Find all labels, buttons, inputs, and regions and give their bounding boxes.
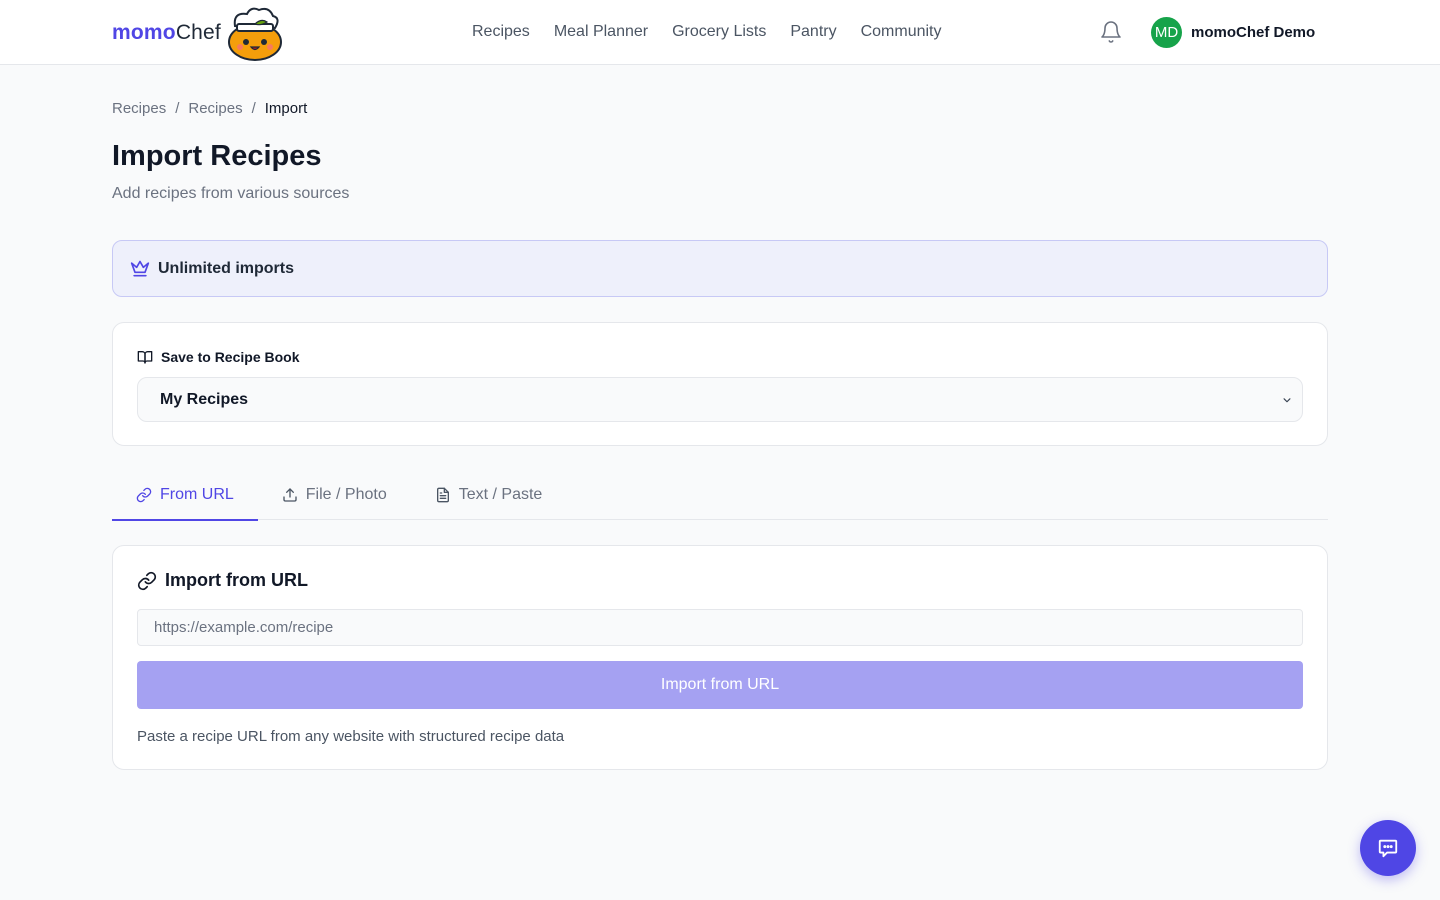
- chevron-down-icon: [1283, 398, 1291, 403]
- banner-text: Unlimited imports: [158, 259, 295, 277]
- logo-secondary-text: Chef: [175, 21, 221, 44]
- user-name: momoChef Demo: [1191, 23, 1316, 41]
- nav-meal-planner[interactable]: Meal Planner: [554, 23, 648, 41]
- recipe-book-label-text: Save to Recipe Book: [161, 349, 300, 365]
- breadcrumb-separator: /: [175, 99, 180, 117]
- chef-mascot-icon: [227, 7, 282, 61]
- link-icon: [137, 571, 157, 590]
- page-subtitle: Add recipes from various sources: [112, 185, 350, 202]
- breadcrumb-separator: /: [251, 99, 256, 117]
- url-import-heading: Import from URL: [137, 570, 308, 591]
- file-text-icon: [436, 487, 449, 503]
- recipe-book-label: Save to Recipe Book: [137, 349, 300, 365]
- nav-recipes[interactable]: Recipes: [472, 23, 530, 41]
- tab-from-url[interactable]: From URL: [112, 470, 258, 521]
- tab-label: Text / Paste: [458, 486, 543, 503]
- nav-pantry[interactable]: Pantry: [790, 23, 836, 41]
- crown-icon: [130, 260, 150, 276]
- tab-text-paste[interactable]: Text / Paste: [411, 470, 567, 520]
- import-method-tabs: From URL File / Photo Text / Paste: [112, 470, 1328, 521]
- book-open-icon: [137, 351, 153, 364]
- link-icon: [136, 487, 152, 503]
- nav-grocery-lists[interactable]: Grocery Lists: [672, 23, 766, 41]
- breadcrumb: Recipes / Recipes / Import: [112, 98, 307, 118]
- nav-community[interactable]: Community: [861, 23, 942, 41]
- recipe-book-card: Save to Recipe Book My Recipes: [112, 322, 1328, 446]
- breadcrumb-current: Import: [264, 99, 308, 117]
- import-from-url-button[interactable]: Import from URL: [137, 661, 1303, 709]
- chat-bubble-icon: [1378, 839, 1398, 858]
- upload-icon: [283, 488, 297, 502]
- top-navigation-bar: momoChef Recipes Meal Planner Grocery Li…: [0, 0, 1440, 65]
- unlimited-imports-banner: Unlimited imports: [112, 240, 1328, 297]
- breadcrumb-item[interactable]: Recipes: [112, 100, 166, 117]
- tab-label: From URL: [160, 486, 234, 503]
- recipe-book-selected-value: My Recipes: [160, 390, 249, 408]
- user-menu[interactable]: MD momoChef Demo: [1151, 16, 1315, 48]
- url-import-help-text: Paste a recipe URL from any website with…: [137, 728, 565, 745]
- chat-button[interactable]: [1360, 820, 1416, 876]
- url-import-heading-text: Import from URL: [165, 570, 308, 590]
- tab-label: File / Photo: [305, 486, 387, 503]
- recipe-url-input[interactable]: [137, 609, 1303, 646]
- tab-file-photo[interactable]: File / Photo: [258, 470, 411, 520]
- page-title: Import Recipes: [112, 140, 322, 172]
- logo[interactable]: momoChef: [112, 4, 285, 62]
- avatar: MD: [1151, 16, 1182, 48]
- recipe-book-select[interactable]: My Recipes: [137, 377, 1303, 422]
- bell-icon[interactable]: [1099, 20, 1123, 44]
- main-nav: Recipes Meal Planner Grocery Lists Pantr…: [472, 0, 942, 64]
- logo-primary-text: momo: [112, 21, 176, 44]
- logo-text: momoChef: [112, 21, 221, 45]
- url-import-card: Import from URL Import from URL Paste a …: [112, 545, 1328, 770]
- breadcrumb-item[interactable]: Recipes: [188, 100, 242, 117]
